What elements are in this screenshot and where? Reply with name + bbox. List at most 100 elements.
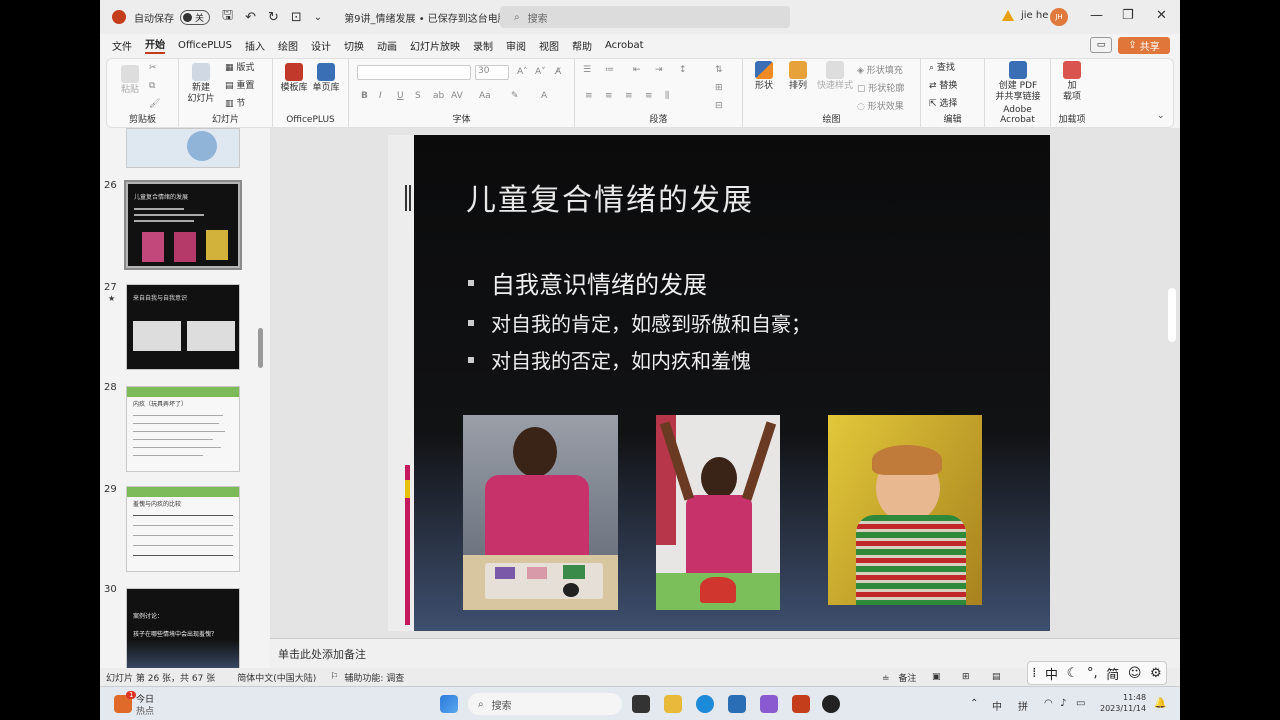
tray-ime[interactable]: 拼 — [1018, 698, 1028, 713]
slide-thumbnail-30[interactable]: 案例讨论： 孩子在哪些情境中会出现羞愧？ — [126, 588, 240, 674]
font-color-icon[interactable]: A — [541, 91, 547, 101]
emoji-icon[interactable]: ☺ — [1128, 666, 1142, 681]
task-view-icon[interactable] — [632, 695, 650, 713]
autosave-toggle[interactable]: 关 — [180, 9, 210, 25]
thumbnail-scrollbar[interactable] — [258, 328, 263, 368]
notification-bell-icon[interactable]: 🔔 — [1154, 698, 1166, 709]
file-explorer-icon[interactable] — [664, 695, 682, 713]
shrink-font-icon[interactable]: A˅ — [535, 67, 546, 77]
moon-icon[interactable]: ☾ — [1067, 666, 1079, 681]
editor-scrollbar[interactable] — [1168, 288, 1176, 342]
change-case-icon[interactable]: Aa — [479, 91, 491, 101]
cut-icon[interactable]: ✂ — [149, 63, 157, 73]
align-right-icon[interactable]: ≡ — [625, 91, 633, 101]
line-spacing-icon[interactable]: ↕ — [679, 65, 687, 75]
align-text-icon[interactable]: ⊞ — [715, 83, 723, 93]
slide-title[interactable]: 儿童复合情绪的发展 — [466, 175, 754, 219]
reset-button[interactable]: ▤ 重置 — [225, 81, 254, 92]
text-direction-icon[interactable]: ⇅ — [715, 65, 723, 75]
photo-girl-smiling[interactable] — [828, 415, 982, 605]
increase-indent-icon[interactable]: ⇥ — [655, 65, 663, 75]
tab-3[interactable]: 插入 — [245, 38, 265, 53]
decrease-indent-icon[interactable]: ⇤ — [633, 65, 641, 75]
document-title[interactable]: 第9讲_情绪发展 • 已保存到这台电脑 ⌄ — [344, 10, 519, 25]
battery-icon[interactable]: ▭ — [1076, 698, 1085, 709]
tab-9[interactable]: 录制 — [473, 38, 493, 53]
present-icon[interactable]: ⊡ — [291, 10, 302, 25]
bold-icon[interactable]: B — [361, 91, 368, 101]
volume-icon[interactable]: ♪ — [1060, 698, 1066, 709]
accessibility-status[interactable]: 辅助功能: 调查 — [344, 671, 404, 684]
photo-boy-cheering[interactable] — [656, 415, 780, 610]
align-left-icon[interactable]: ≡ — [585, 91, 593, 101]
tab-11[interactable]: 视图 — [539, 38, 559, 53]
restore-icon[interactable]: ❐ — [1122, 8, 1134, 23]
smartart-icon[interactable]: ⊟ — [715, 101, 723, 111]
slide-thumbnail-27[interactable]: 来自自我与自我意识 — [126, 284, 240, 370]
ime-toolbar[interactable]: ⁞ 中 ☾ °, 简 ☺ ⚙ — [1027, 661, 1167, 685]
columns-icon[interactable]: ⫼ — [665, 91, 669, 101]
tab-0[interactable]: 文件 — [112, 38, 132, 53]
start-menu-icon[interactable] — [440, 695, 458, 713]
slide-thumbnail-25[interactable] — [126, 128, 240, 168]
tab-10[interactable]: 审阅 — [506, 38, 526, 53]
customize-qat-icon[interactable]: ⌄ — [314, 12, 322, 23]
copy-icon[interactable]: ⧉ — [149, 81, 155, 91]
tab-7[interactable]: 动画 — [377, 38, 397, 53]
store-icon[interactable] — [728, 695, 746, 713]
section-button[interactable]: ▥ 节 — [225, 99, 245, 110]
search-box[interactable]: ⌕ 搜索 — [500, 6, 790, 28]
save-icon[interactable]: 🖫 — [222, 6, 233, 28]
copilot-icon[interactable] — [760, 695, 778, 713]
numbering-icon[interactable]: ≔ — [605, 65, 614, 75]
tray-chevron-icon[interactable]: ⌃ — [970, 698, 978, 709]
quick-style-button[interactable]: 快速样式 — [817, 61, 853, 92]
slide-thumbnail-28[interactable]: 内疚（玩具弄坏了） — [126, 386, 240, 472]
justify-icon[interactable]: ≡ — [645, 91, 653, 101]
font-family-select[interactable] — [357, 65, 471, 80]
shape-effect-button[interactable]: ◌ 形状效果 — [857, 99, 904, 112]
sorter-view-icon[interactable]: ⊞ — [962, 672, 970, 682]
find-button[interactable]: ⌕ 查找 — [929, 63, 955, 74]
tab-5[interactable]: 设计 — [311, 38, 331, 53]
tab-8[interactable]: 幻灯片放映 — [410, 38, 460, 53]
layout-button[interactable]: ▦ 版式 — [225, 63, 254, 74]
grow-font-icon[interactable]: A˄ — [517, 67, 528, 77]
reading-view-icon[interactable]: ▤ — [992, 672, 1001, 682]
normal-view-icon[interactable]: ▣ — [932, 672, 941, 682]
slide-bullets[interactable]: 自我意识情绪的发展 对自我的肯定，如感到骄傲和自豪； 对自我的否定，如内疚和羞愧 — [468, 265, 811, 382]
single-page-button[interactable]: 单页库 — [311, 63, 341, 94]
clock[interactable]: 11:48 2023/11/14 — [1100, 692, 1146, 714]
tab-4[interactable]: 绘图 — [278, 38, 298, 53]
strikethrough-icon[interactable]: ab — [433, 91, 444, 101]
shape-outline-button[interactable]: ▢ 形状轮廓 — [857, 81, 904, 94]
warning-icon[interactable] — [1002, 10, 1014, 21]
select-button[interactable]: ⇱ 选择 — [929, 99, 957, 110]
tab-6[interactable]: 切换 — [344, 38, 364, 53]
comment-icon[interactable]: ▭ — [1090, 37, 1112, 53]
bullets-icon[interactable]: ☰ — [583, 65, 591, 75]
current-slide[interactable]: 儿童复合情绪的发展 自我意识情绪的发展 对自我的肯定，如感到骄傲和自豪； 对自我… — [388, 135, 1050, 631]
media-player-icon[interactable] — [822, 695, 840, 713]
redo-icon[interactable]: ↻ — [268, 10, 279, 25]
close-icon[interactable]: ✕ — [1156, 8, 1167, 23]
collapse-ribbon-icon[interactable]: ⌄ — [1157, 111, 1165, 121]
photo-boy-puzzle[interactable] — [463, 415, 618, 610]
wifi-icon[interactable]: ◠ — [1044, 698, 1053, 709]
punctuation-icon[interactable]: °, — [1087, 666, 1098, 681]
shadow-icon[interactable]: S — [415, 91, 421, 101]
notes-toggle[interactable]: ≐ 备注 — [882, 671, 916, 684]
addins-button[interactable]: 加 载项 — [1057, 61, 1087, 103]
language-status[interactable]: 简体中文(中国大陆) — [237, 671, 316, 684]
powerpoint-taskbar-icon[interactable] — [792, 695, 810, 713]
format-painter-icon[interactable]: 🖌 — [149, 99, 160, 109]
create-pdf-button[interactable]: 创建 PDF 并共享链接 — [989, 61, 1047, 103]
ime-mode[interactable]: 中 — [1045, 664, 1058, 683]
tab-12[interactable]: 帮助 — [572, 38, 592, 53]
tray-language[interactable]: 中 — [992, 698, 1002, 713]
ime-handle[interactable]: ⁞ — [1032, 666, 1036, 681]
slide-thumbnail-26[interactable]: 儿童复合情绪的发展 — [124, 180, 242, 270]
clear-format-icon[interactable]: A̸ — [555, 67, 561, 77]
font-size-select[interactable]: 30 — [475, 65, 509, 80]
ime-simplified[interactable]: 简 — [1106, 664, 1119, 683]
